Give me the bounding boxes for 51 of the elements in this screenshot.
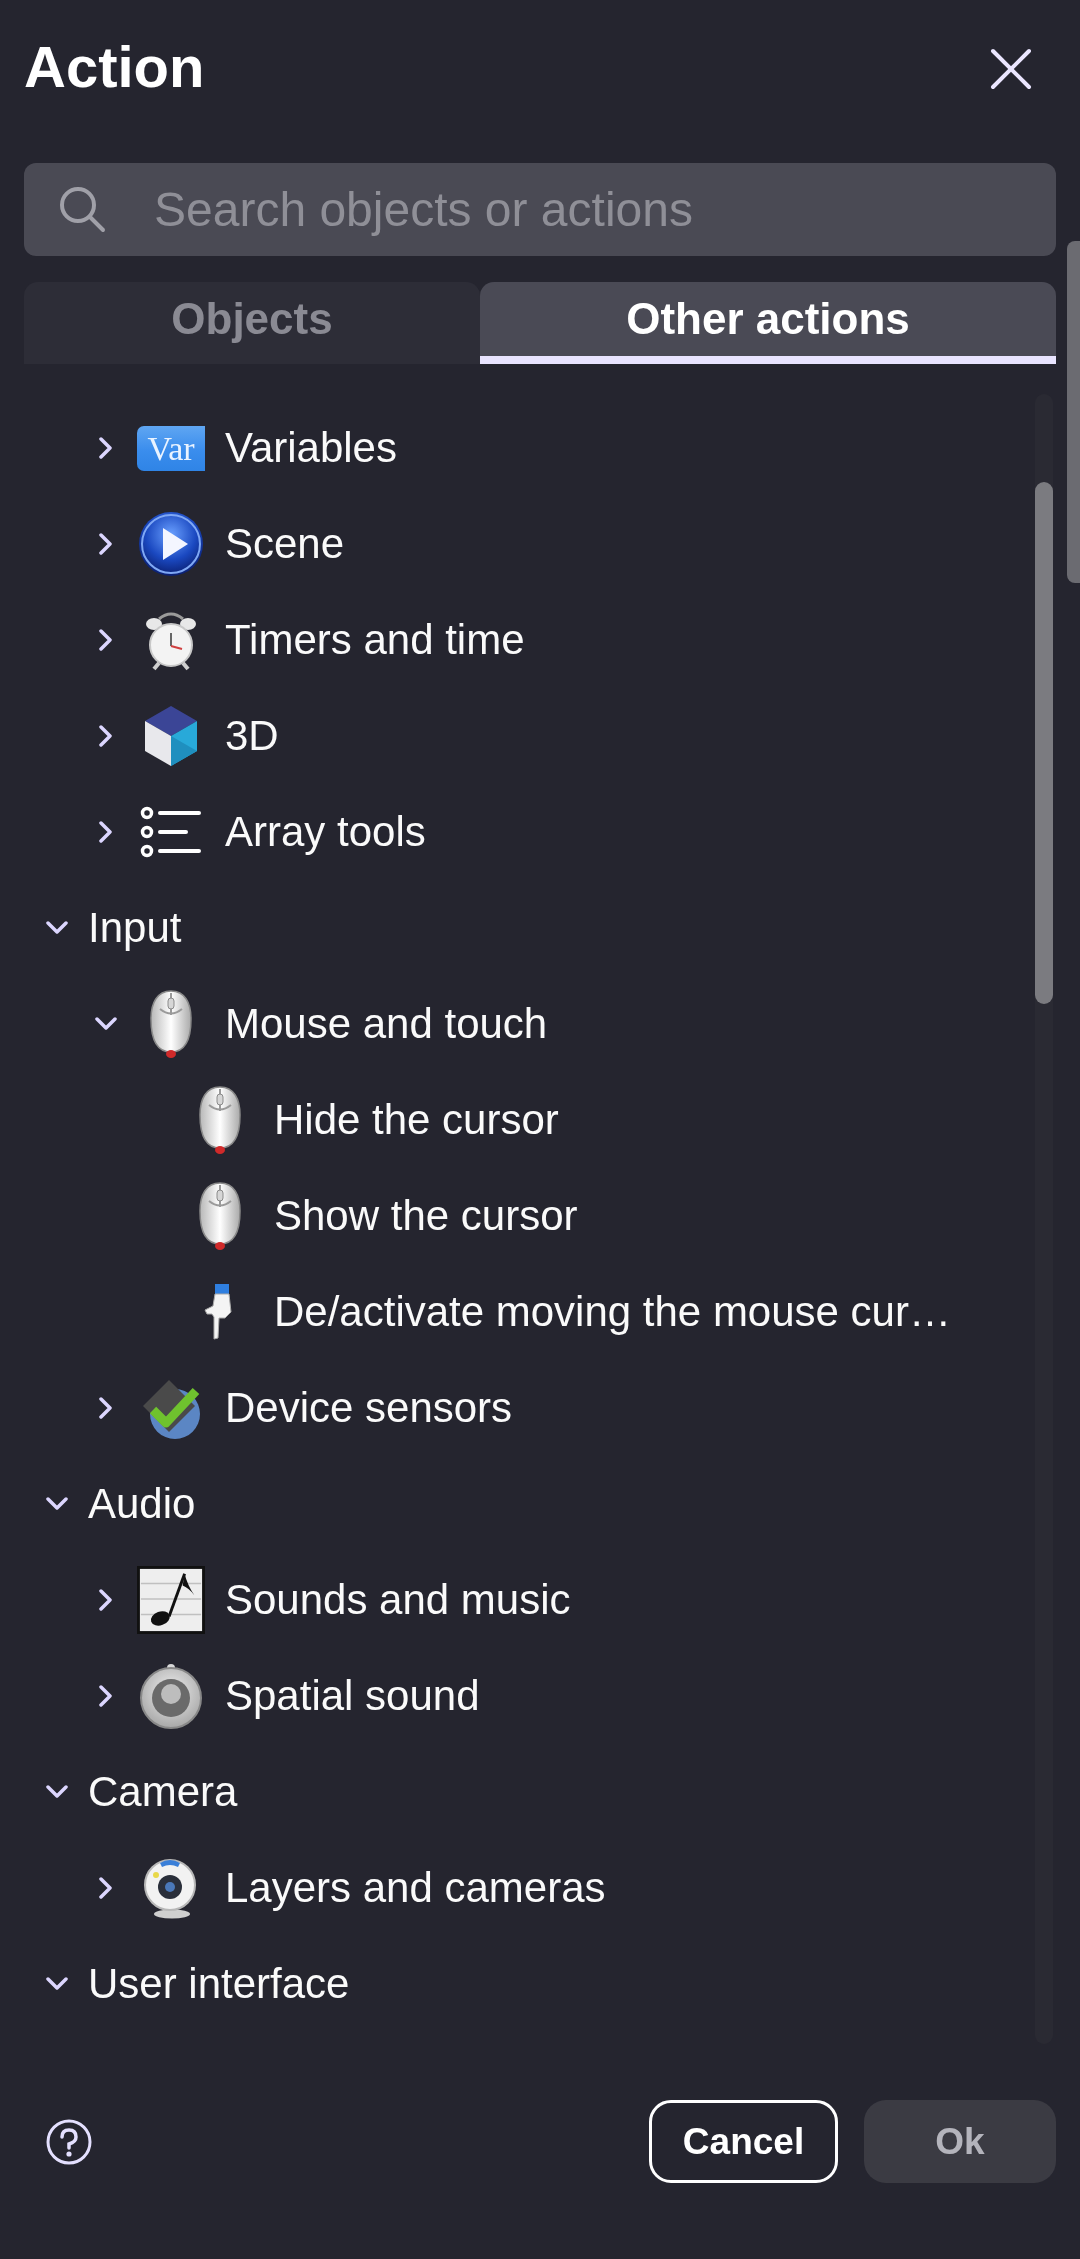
scrollbar-thumb[interactable] (1035, 482, 1053, 1004)
chevron-down-icon[interactable] (95, 1017, 117, 1031)
tree-item[interactable]: Scene (225, 519, 345, 569)
search-field[interactable]: Search objects or actions (24, 163, 1056, 256)
tree-item[interactable]: De/activate moving the mouse cur… (274, 1287, 951, 1337)
close-icon[interactable] (990, 48, 1032, 90)
chevron-down-icon[interactable] (46, 1497, 68, 1511)
category-label[interactable]: User interface (88, 1959, 350, 2009)
list-icon (140, 806, 202, 858)
chevron-right-icon[interactable] (99, 1877, 113, 1899)
tree-item[interactable]: 3D (225, 711, 279, 761)
mouse-icon (198, 1085, 242, 1155)
tree-item[interactable]: Timers and time (225, 615, 525, 665)
chevron-right-icon[interactable] (99, 821, 113, 843)
cube-icon (145, 706, 197, 766)
search-icon (58, 185, 106, 233)
chevron-down-icon[interactable] (46, 1977, 68, 1991)
tree-item[interactable]: Show the cursor (274, 1191, 578, 1241)
alarm-clock-icon (145, 609, 197, 671)
scrollbar-thumb[interactable] (1067, 241, 1080, 583)
tree-item[interactable]: Variables (225, 423, 397, 473)
tree-item[interactable]: Sounds and music (225, 1575, 571, 1625)
mouse-icon (149, 989, 193, 1059)
chevron-down-icon[interactable] (46, 1785, 68, 1799)
music-note-icon (137, 1565, 205, 1635)
chevron-right-icon[interactable] (99, 1589, 113, 1611)
tree-item[interactable]: Device sensors (225, 1383, 513, 1433)
tree-item[interactable]: Array tools (225, 807, 426, 857)
chevron-right-icon[interactable] (99, 629, 113, 651)
speaker-icon (139, 1663, 203, 1729)
tree-item[interactable]: Layers and cameras (225, 1863, 606, 1913)
variable-icon: Var (137, 425, 205, 471)
cancel-button[interactable]: Cancel (649, 2100, 838, 2183)
tree-item[interactable]: Mouse and touch (225, 999, 548, 1049)
dialog-title: Action (24, 35, 205, 99)
chevron-right-icon[interactable] (99, 1685, 113, 1707)
chevron-down-icon[interactable] (46, 921, 68, 935)
help-icon[interactable] (46, 2118, 92, 2165)
chevron-right-icon[interactable] (99, 725, 113, 747)
category-label[interactable]: Audio (88, 1479, 196, 1529)
chevron-right-icon[interactable] (99, 1397, 113, 1419)
mouse-icon (198, 1181, 242, 1251)
tab[interactable]: Other actions (480, 282, 1056, 364)
tree-item[interactable]: Hide the cursor (274, 1095, 559, 1145)
tree-item[interactable]: Spatial sound (225, 1671, 480, 1721)
chevron-right-icon[interactable] (99, 533, 113, 555)
category-label[interactable]: Camera (88, 1767, 238, 1817)
chevron-right-icon[interactable] (99, 437, 113, 459)
category-label[interactable]: Input (88, 903, 182, 953)
tab[interactable]: Objects (24, 282, 480, 364)
scene-play-icon (138, 511, 204, 577)
